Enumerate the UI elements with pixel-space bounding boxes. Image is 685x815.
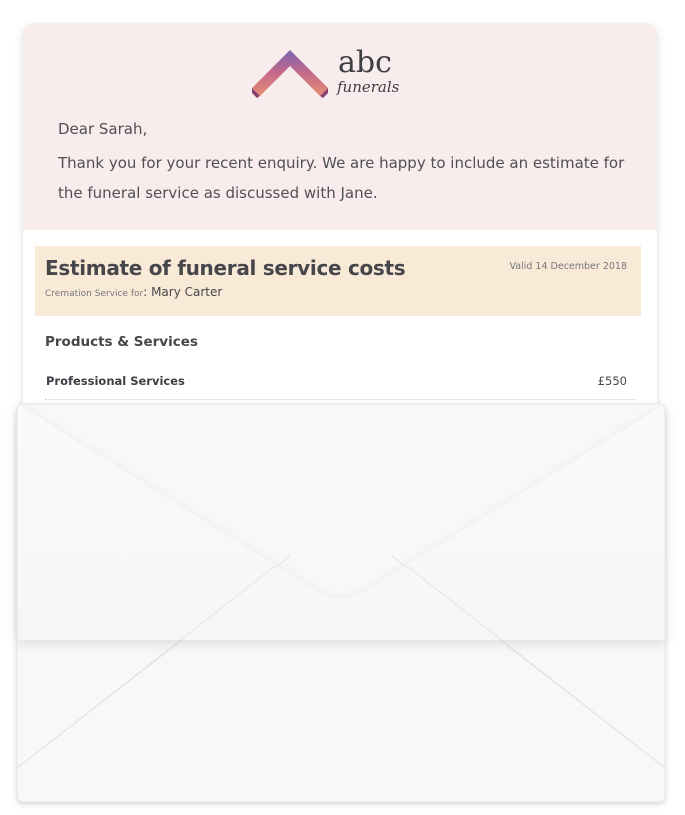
list-item: Professional Services £550 <box>45 361 635 400</box>
item-price: £123 <box>597 413 627 427</box>
item-value: mboo Eco Coffin <box>87 452 181 466</box>
list-item: nper <box>45 478 635 520</box>
estimate-subtitle: Cremation Service for: Mary Carter <box>45 284 222 302</box>
list-item: mboo Eco Coffin <box>45 439 635 478</box>
products-heading: Products & Services <box>45 334 198 350</box>
abc-funerals-logo: abc funerals <box>252 45 402 100</box>
list-item: Service: Exeter & Devon Crematorium £123 <box>45 400 635 439</box>
chevron-logo-icon <box>252 50 328 98</box>
letter-greeting: Dear Sarah, <box>58 120 148 138</box>
list-item <box>45 520 635 554</box>
letter-header: abc funerals Dear Sarah, Thank you for y… <box>23 24 657 230</box>
email-stage: abc funerals Dear Sarah, Thank you for y… <box>0 0 685 815</box>
estimate-summary: Estimate of funeral service costs Valid … <box>35 246 641 316</box>
item-label: Service: <box>46 413 99 427</box>
estimate-letter: abc funerals Dear Sarah, Thank you for y… <box>23 24 657 644</box>
estimate-title: Estimate of funeral service costs <box>45 256 406 280</box>
logo-primary-text: abc <box>338 45 392 80</box>
item-description: Service: Exeter & Devon Crematorium <box>46 412 272 428</box>
item-description: mboo Eco Coffin <box>87 451 181 467</box>
subtitle-separator: : <box>143 285 152 299</box>
estimate-valid-date: Valid 14 December 2018 <box>509 261 627 272</box>
item-price: £550 <box>597 374 627 388</box>
item-description: nper <box>144 490 170 506</box>
item-label: Professional Services <box>46 374 185 388</box>
letter-intro: Thank you for your recent enquiry. We ar… <box>58 154 625 202</box>
logo-secondary-text: funerals <box>337 78 400 96</box>
service-type-label: Cremation Service for <box>45 289 144 299</box>
item-value: nper <box>144 491 171 505</box>
deceased-name: Mary Carter <box>151 285 223 299</box>
products-list: Professional Services £550 Service: Exet… <box>45 361 635 554</box>
item-value: Exeter & Devon Crematorium <box>98 413 272 427</box>
item-description: Professional Services <box>46 373 185 389</box>
